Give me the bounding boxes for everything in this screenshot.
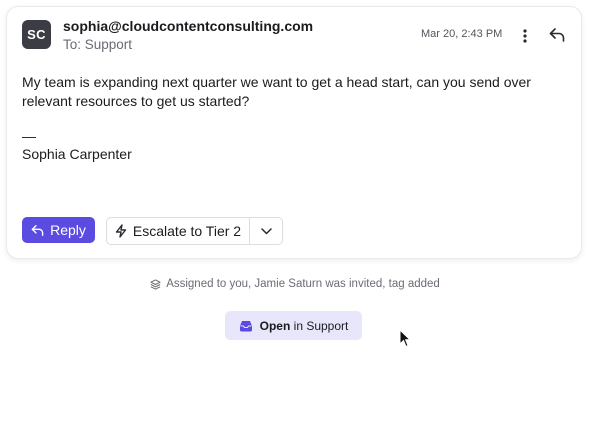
chevron-down-icon: [260, 227, 272, 234]
escalate-dropdown-toggle[interactable]: [250, 218, 282, 244]
escalate-button-label: Escalate to Tier 2: [132, 223, 242, 239]
activity-text: Assigned to you, Jamie Saturn was invite…: [166, 278, 440, 290]
reply-button-label: Reply: [50, 222, 86, 238]
message-body: My team is expanding next quarter we wan…: [22, 74, 531, 109]
support-inbox-icon: [239, 320, 252, 331]
reply-icon: [549, 28, 565, 42]
lightning-icon: [115, 224, 127, 238]
escalate-button[interactable]: Escalate to Tier 2: [107, 218, 250, 244]
recipient-line: To: Support: [63, 37, 133, 52]
reply-button[interactable]: Reply: [22, 217, 95, 243]
reply-icon: [31, 224, 44, 236]
open-button-label: Open in Support: [260, 319, 349, 333]
sender-email: sophia@cloudcontentconsulting.com: [63, 18, 314, 34]
layers-icon: [150, 278, 161, 290]
reply-icon-button[interactable]: [546, 24, 568, 46]
email-card: SC sophia@cloudcontentconsulting.com To:…: [6, 6, 582, 259]
signature-name: Sophia Carpenter: [22, 146, 132, 162]
mouse-pointer-icon: [399, 329, 411, 348]
activity-log: Assigned to you, Jamie Saturn was invite…: [0, 278, 590, 290]
signature-separator: —: [22, 128, 36, 144]
open-button-rest: in Support: [290, 318, 349, 333]
open-in-support-button[interactable]: Open in Support: [225, 311, 362, 340]
more-options-button[interactable]: [515, 26, 535, 46]
timestamp: Mar 20, 2:43 PM: [421, 28, 503, 40]
avatar: SC: [22, 20, 51, 49]
open-button-strong: Open: [259, 318, 291, 333]
escalate-split-button: Escalate to Tier 2: [106, 217, 283, 245]
more-vertical-icon: [523, 29, 527, 43]
